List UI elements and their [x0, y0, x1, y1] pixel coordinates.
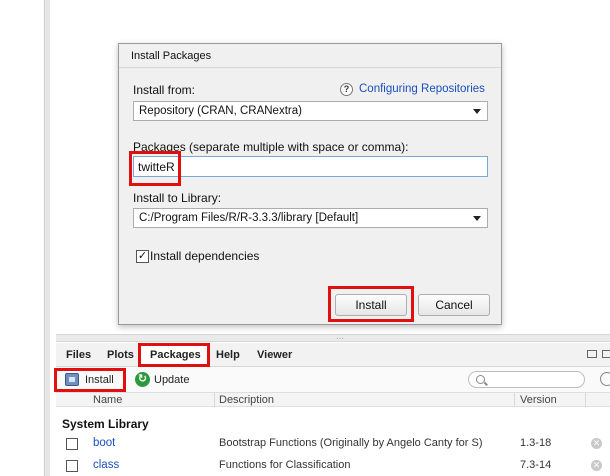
tab-viewer[interactable]: Viewer [257, 348, 292, 362]
help-icon[interactable]: ? [340, 83, 353, 96]
install-from-label: Install from: [133, 83, 196, 97]
source-pane-edge [0, 0, 50, 476]
chevron-down-icon [473, 109, 481, 114]
package-name-link[interactable]: boot [93, 437, 115, 449]
col-divider [585, 393, 586, 407]
install-from-select[interactable]: Repository (CRAN, CRANextra) [133, 101, 488, 121]
package-version: 7.3-14 [520, 459, 552, 471]
package-name-link[interactable]: class [93, 459, 119, 471]
col-version[interactable]: Version [520, 394, 557, 406]
install-button[interactable]: Install [85, 373, 114, 387]
chevron-down-icon [473, 216, 481, 221]
tab-help[interactable]: Help [216, 348, 240, 362]
section-system-library: System Library [62, 417, 149, 431]
library-value: C:/Program Files/R/R-3.3.3/library [Defa… [139, 212, 359, 224]
pane-splitter[interactable]: ⋯ [56, 334, 610, 343]
install-from-value: Repository (CRAN, CRANextra) [139, 105, 302, 117]
dialog-titlebar: Install Packages [119, 44, 501, 68]
library-select[interactable]: C:/Program Files/R/R-3.3.3/library [Defa… [133, 208, 488, 228]
pane-tabbar: Files Plots Packages Help Viewer [56, 343, 610, 367]
update-button[interactable]: Update [154, 373, 189, 387]
dependencies-checkbox[interactable]: ✓ [136, 250, 149, 263]
package-checkbox[interactable] [66, 460, 78, 472]
table-header: Name Description Version [56, 393, 610, 407]
package-checkbox[interactable] [66, 438, 78, 450]
package-icon[interactable] [65, 373, 79, 386]
tab-packages[interactable]: Packages [150, 348, 201, 362]
install-packages-dialog: Install Packages Install from: ? Configu… [118, 43, 502, 325]
packages-input-highlight [129, 151, 181, 186]
packages-input[interactable] [133, 156, 488, 177]
cancel-button[interactable]: Cancel [418, 294, 490, 316]
tab-files[interactable]: Files [66, 348, 91, 362]
tab-plots[interactable]: Plots [107, 348, 134, 362]
packages-pane: Files Plots Packages Help Viewer Install… [54, 343, 610, 476]
update-icon[interactable]: ↻ [135, 372, 150, 387]
scrollbar-edge[interactable] [44, 0, 50, 476]
library-label: Install to Library: [133, 191, 222, 205]
dialog-title: Install Packages [131, 50, 212, 62]
dependencies-label: Install dependencies [150, 249, 260, 263]
package-version: 1.3-18 [520, 437, 552, 449]
table-row: boot Bootstrap Functions (Originally by … [56, 434, 610, 454]
refresh-icon[interactable] [600, 372, 610, 386]
col-divider [514, 393, 515, 407]
remove-icon[interactable]: ✕ [591, 438, 602, 449]
package-description: Functions for Classification [219, 459, 351, 471]
col-name[interactable]: Name [93, 394, 122, 406]
col-description[interactable]: Description [219, 394, 274, 406]
configuring-repositories-link[interactable]: Configuring Repositories [359, 83, 485, 95]
remove-icon[interactable]: ✕ [591, 460, 602, 471]
splitter-grip-icon: ⋯ [336, 334, 344, 343]
col-divider [214, 393, 215, 407]
search-icon [476, 375, 485, 384]
table-row: class Functions for Classification 7.3-1… [56, 456, 610, 476]
search-input[interactable] [468, 371, 585, 388]
install-button[interactable]: Install [335, 294, 407, 316]
package-description: Bootstrap Functions (Originally by Angel… [219, 437, 483, 449]
packages-toolbar: Install ↻ Update [54, 367, 610, 393]
maximize-pane-icon[interactable] [602, 350, 610, 358]
minimize-pane-icon[interactable] [587, 350, 597, 358]
